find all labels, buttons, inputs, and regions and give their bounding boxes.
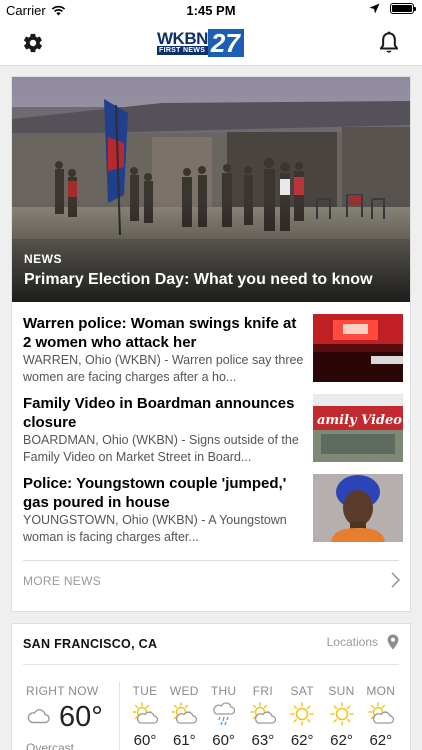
news-card: NEWS Primary Election Day: What you need… <box>11 76 411 612</box>
partly-cloudy-icon <box>368 702 394 724</box>
location-arrow-icon <box>369 3 380 14</box>
status-bar: Carrier 1:45 PM <box>0 0 422 22</box>
hero-kicker: NEWS <box>24 252 62 266</box>
logo-channel: 27 <box>207 29 244 57</box>
forecast-day-temp: 60° <box>133 732 157 749</box>
more-news-divider <box>23 560 399 561</box>
forecast-day-label: MON <box>366 684 396 698</box>
logo-wordmark: WKBN FIRST NEWS <box>157 29 208 57</box>
hero-story[interactable]: NEWS Primary Election Day: What you need… <box>12 77 410 302</box>
location-pin-icon <box>387 634 399 650</box>
forecast-day: WED 61° <box>166 684 202 749</box>
current-temperature: 60° <box>59 701 103 733</box>
more-news-link[interactable]: MORE NEWS <box>23 571 401 595</box>
station-logo: WKBN FIRST NEWS 27 <box>157 29 244 57</box>
forecast-day: FRI 63° <box>245 684 281 749</box>
forecast-day-temp: 62° <box>330 732 353 749</box>
sun-icon <box>290 702 314 726</box>
forecast-day: SAT 62° <box>284 684 320 749</box>
partly-cloudy-icon <box>250 702 277 724</box>
sun-icon <box>329 702 354 726</box>
more-news-label: MORE NEWS <box>23 574 102 588</box>
story-item[interactable]: Police: Youngstown couple 'jumped,' gas … <box>23 474 403 546</box>
forecast-day: MON 62° <box>363 684 399 749</box>
hero-title: Primary Election Day: What you need to k… <box>24 271 373 288</box>
forecast-day-temp: 62° <box>369 732 393 749</box>
locations-label: Locations <box>326 635 378 649</box>
forecast-day-temp: 60° <box>212 732 235 749</box>
status-time: 1:45 PM <box>186 3 236 18</box>
nav-bar: WKBN FIRST NEWS 27 <box>0 22 422 66</box>
story-description: WARREN, Ohio (WKBN) - Warren police say … <box>23 353 304 384</box>
forecast-day-temp: 63° <box>251 732 275 749</box>
weather-divider <box>23 664 399 665</box>
bell-icon[interactable] <box>378 31 400 55</box>
forecast-day-label: TUE <box>132 684 158 698</box>
story-title: Family Video in Boardman announces closu… <box>23 395 295 431</box>
story-item[interactable]: Warren police: Woman swings knife at 2 w… <box>23 314 403 386</box>
cloud-icon <box>27 709 50 724</box>
hero-image <box>12 77 410 302</box>
story-thumbnail <box>313 314 403 382</box>
forecast-day-label: SUN <box>328 684 355 698</box>
story-item[interactable]: Family Video in Boardman announces closu… <box>23 394 403 466</box>
weather-separator <box>119 682 120 750</box>
forecast-day-label: WED <box>169 684 199 698</box>
story-thumbnail: amily Video <box>313 394 403 462</box>
locations-button[interactable]: Locations <box>327 634 399 650</box>
svg-text:amily Video: amily Video <box>317 413 402 428</box>
story-description: BOARDMAN, Ohio (WKBN) - Signs outside of… <box>23 433 299 464</box>
story-description: YOUNGSTOWN, Ohio (WKBN) - A Youngstown w… <box>23 513 287 544</box>
forecast-day-label: SAT <box>290 684 314 698</box>
forecast-day: TUE 60° <box>127 684 163 749</box>
logo-tagline: FIRST NEWS <box>157 46 208 55</box>
weather-card: SAN FRANCISCO, CA Locations RIGHT NOW 60… <box>11 623 411 750</box>
story-title: Warren police: Woman swings knife at 2 w… <box>23 315 297 351</box>
status-right <box>369 3 416 14</box>
forecast-day-temp: 62° <box>290 732 314 749</box>
forecast-day-temp: 61° <box>172 732 196 749</box>
rain-icon <box>212 702 235 726</box>
chevron-right-icon <box>391 572 401 588</box>
battery-icon <box>390 3 416 14</box>
right-now-label: RIGHT NOW <box>26 684 99 698</box>
gear-icon[interactable] <box>22 32 44 54</box>
forecast-day: THU 60° <box>206 684 242 749</box>
current-condition: Overcast <box>26 741 75 750</box>
story-title: Police: Youngstown couple 'jumped,' gas … <box>23 475 287 511</box>
forecast-day: SUN 62° <box>324 684 360 749</box>
forecast-day-label: THU <box>210 684 237 698</box>
partly-cloudy-icon <box>171 702 198 724</box>
story-thumbnail <box>313 474 403 542</box>
forecast-day-label: FRI <box>252 684 273 698</box>
weather-city: SAN FRANCISCO, CA <box>23 637 158 651</box>
partly-cloudy-icon <box>132 702 159 724</box>
logo-station: WKBN <box>157 29 208 48</box>
